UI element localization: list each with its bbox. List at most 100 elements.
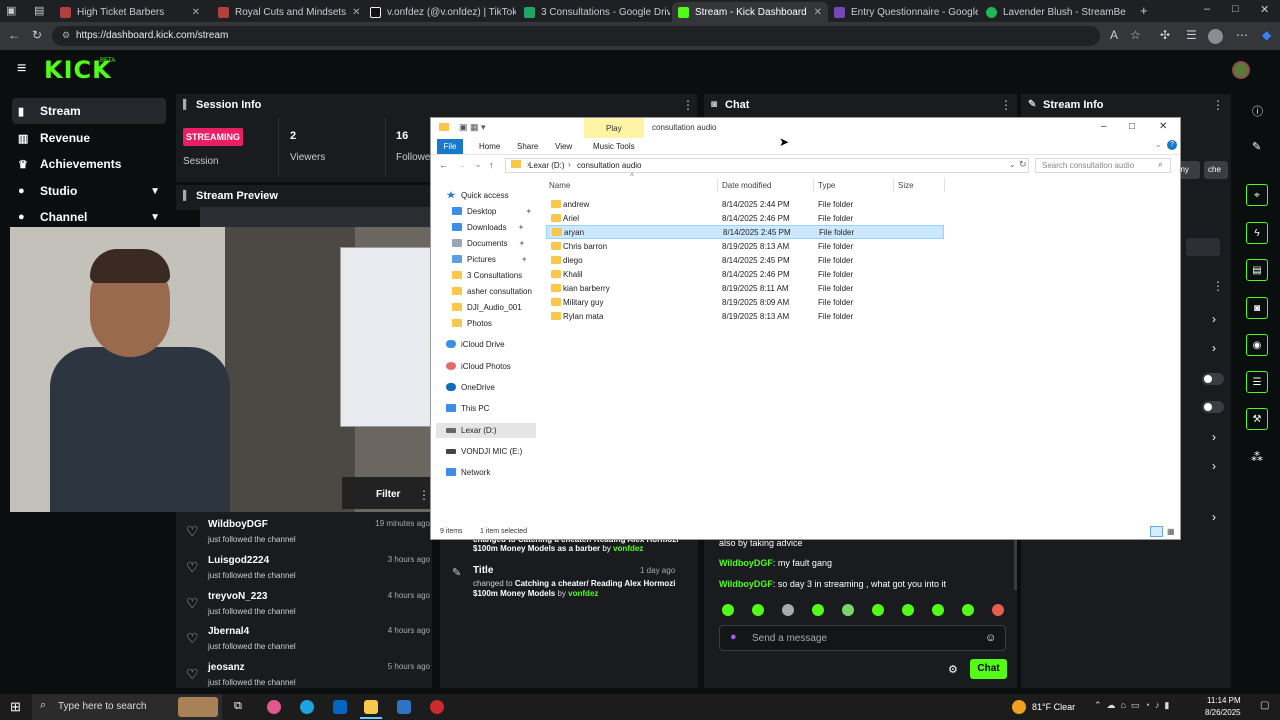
task-view-icon[interactable]: ⧉ <box>234 700 242 713</box>
tab-close-icon[interactable]: ✕ <box>352 7 360 18</box>
column-header-date[interactable]: Date modified <box>722 181 771 190</box>
profile-avatar[interactable] <box>1208 29 1223 44</box>
ribbon-tab-home[interactable]: Home <box>479 142 500 151</box>
file-row-ariel[interactable]: Ariel 8/14/2025 2:46 PM File folder <box>546 212 944 226</box>
follower-name[interactable]: jeosanz <box>208 662 245 673</box>
emoji-icon[interactable]: ☺ <box>985 632 996 644</box>
favorites-icon[interactable]: ☰ <box>1186 28 1197 42</box>
emote-icon[interactable] <box>722 604 734 616</box>
tab-royal-cuts[interactable]: Royal Cuts and Mindsets ✕ <box>212 2 364 22</box>
filter-button[interactable]: Filter <box>376 489 400 500</box>
tab-lavender-blush[interactable]: Lavender Blush - StreamBe✕ <box>980 2 1132 22</box>
nav-asher-consultation[interactable]: asher consultation <box>452 284 532 298</box>
sidebar-item-stream[interactable]: ▮ Stream <box>12 98 166 124</box>
chevron-right-icon[interactable]: › <box>1212 312 1216 326</box>
recent-dropdown-icon[interactable]: ⌄ <box>475 160 482 169</box>
path-segment-folder[interactable]: consultation audio <box>577 161 642 170</box>
nav-network[interactable]: Network <box>446 465 490 479</box>
back-icon[interactable]: ← <box>439 160 448 170</box>
nav-downloads[interactable]: Downloads ✦ <box>452 220 524 234</box>
input-field[interactable] <box>1186 238 1220 256</box>
rail-lightning-icon[interactable]: ϟ <box>1246 222 1268 244</box>
rail-screenshot-icon[interactable]: ⌖ <box>1246 184 1268 206</box>
chat-settings-icon[interactable]: ⚙ <box>948 663 958 676</box>
nav-vondji-mic[interactable]: VONDJI MIC (E:) <box>446 444 522 458</box>
chevron-down-icon[interactable]: ⌄ <box>1155 140 1162 149</box>
copilot-icon[interactable]: ◆ <box>1262 28 1271 42</box>
tab-questionnaire[interactable]: Entry Questionnaire - Google Fo✕ <box>828 2 978 22</box>
tab-close-icon[interactable]: ✕ <box>192 7 200 18</box>
ribbon-tab-share[interactable]: Share <box>517 142 538 151</box>
tab-high-ticket[interactable]: High Ticket Barbers ✕ <box>54 2 206 22</box>
chevron-right-icon[interactable]: › <box>1212 430 1216 444</box>
follower-name[interactable]: Jbernal4 <box>208 626 249 637</box>
emote-icon[interactable] <box>812 604 824 616</box>
details-view-icon[interactable] <box>1150 526 1163 537</box>
file-explorer-taskbar-icon[interactable] <box>364 700 378 714</box>
chevron-right-icon[interactable]: › <box>1212 510 1216 524</box>
chat-username[interactable]: WildboyDGF <box>719 579 773 589</box>
rail-document-icon[interactable]: ▤ <box>1246 259 1268 281</box>
file-row-kian-barberry[interactable]: kian barberry 8/19/2025 8:11 AM File folde… <box>546 282 944 296</box>
clock-date[interactable]: 8/26/2025 <box>1205 708 1241 717</box>
sidebar-item-revenue[interactable]: ▥ Revenue <box>12 125 166 151</box>
emote-icon[interactable] <box>752 604 764 616</box>
play-context-tab[interactable]: Play <box>606 124 622 133</box>
file-row-andrew[interactable]: andrew 8/14/2025 2:44 PM File folder <box>546 198 944 212</box>
rail-apps-icon[interactable]: ⁂ <box>1251 450 1263 464</box>
nav-desktop[interactable]: Desktop ✦ <box>452 204 532 218</box>
file-row-chris-barron[interactable]: Chris barron 8/19/2025 8:13 AM File folder <box>546 240 944 254</box>
column-header-name[interactable]: Name <box>549 181 570 190</box>
nav-lexar-drive[interactable]: Lexar (D:) <box>446 423 497 437</box>
maximize-icon[interactable]: □ <box>1129 121 1135 132</box>
close-icon[interactable]: ✕ <box>1159 121 1167 132</box>
ribbon-tab-music-tools[interactable]: Music Tools <box>593 142 635 151</box>
emote-icon[interactable] <box>872 604 884 616</box>
more-options-icon[interactable]: ⋮ <box>1212 279 1224 293</box>
favorite-star-icon[interactable]: ☆ <box>1130 28 1141 42</box>
info-icon[interactable]: ⓘ <box>1252 103 1263 119</box>
minimize-icon[interactable]: – <box>1101 121 1107 132</box>
edge-icon[interactable] <box>300 700 314 714</box>
url-field[interactable]: https://dashboard.kick.com/stream <box>52 26 1100 46</box>
emote-icon[interactable] <box>962 604 974 616</box>
emote-icon[interactable] <box>842 604 854 616</box>
nav-pictures[interactable]: Pictures ✦ <box>452 252 528 266</box>
rail-broadcast-icon[interactable]: ◉ <box>1246 334 1268 356</box>
edit-pen-icon[interactable]: ✎ <box>1252 140 1261 153</box>
maximize-icon[interactable]: □ <box>1232 3 1239 15</box>
file-row-military-guy[interactable]: Military guy 8/19/2025 8:09 AM File folder <box>546 296 944 310</box>
obs-icon[interactable] <box>430 700 444 714</box>
tab-tiktok[interactable]: v.onfdez (@v.onfdez) | TikTok✕ <box>364 2 516 22</box>
ribbon-tab-file[interactable]: File <box>437 139 463 154</box>
nav-icloud-drive[interactable]: iCloud Drive <box>446 337 505 351</box>
window-menu-icon[interactable]: ▣ <box>6 4 16 17</box>
reload-icon[interactable]: ↻ <box>32 28 42 42</box>
system-tray-icons[interactable]: ⌃☁⌂▭◔♪▮ <box>1094 700 1174 711</box>
more-options-icon[interactable]: ⋮ <box>1212 98 1224 112</box>
extensions-icon[interactable]: ✣ <box>1160 28 1170 42</box>
more-options-icon[interactable]: ⋮ <box>418 488 430 502</box>
tag-chip[interactable]: che <box>1204 161 1228 179</box>
follower-name[interactable]: treyvoN_223 <box>208 591 267 602</box>
back-icon[interactable]: ← <box>8 28 20 42</box>
clock-time[interactable]: 11:14 PM <box>1207 696 1241 705</box>
sidebar-item-studio[interactable]: ● Studio ▼ <box>12 178 166 204</box>
store-icon[interactable] <box>333 700 347 714</box>
column-header-type[interactable]: Type <box>818 181 835 190</box>
nav-onedrive[interactable]: OneDrive <box>446 380 495 394</box>
nav-photos[interactable]: Photos <box>452 316 492 330</box>
quick-access-toolbar-icon[interactable]: ▣ ▦ ▾ <box>459 122 486 133</box>
chat-scrollbar[interactable] <box>1014 540 1017 590</box>
tab-google-drive[interactable]: 3 Consultations - Google Drive✕ <box>518 2 670 22</box>
search-icon[interactable]: ⌕ <box>1158 159 1163 170</box>
large-icons-view-icon[interactable]: ▦ <box>1167 527 1175 536</box>
path-dropdown-icon[interactable]: ⌄ <box>1009 160 1016 169</box>
toggle-switch[interactable] <box>1202 373 1224 385</box>
more-options-icon[interactable]: ⋮ <box>682 98 694 112</box>
nav-quick-access[interactable]: Quick access <box>446 188 509 202</box>
nav-3-consultations[interactable]: 3 Consultations <box>452 268 522 282</box>
user-link[interactable]: vonfdez <box>613 544 643 553</box>
file-row-aryan[interactable]: aryan 8/14/2025 2:45 PM File folder <box>546 225 944 239</box>
forward-icon[interactable]: → <box>457 160 466 170</box>
